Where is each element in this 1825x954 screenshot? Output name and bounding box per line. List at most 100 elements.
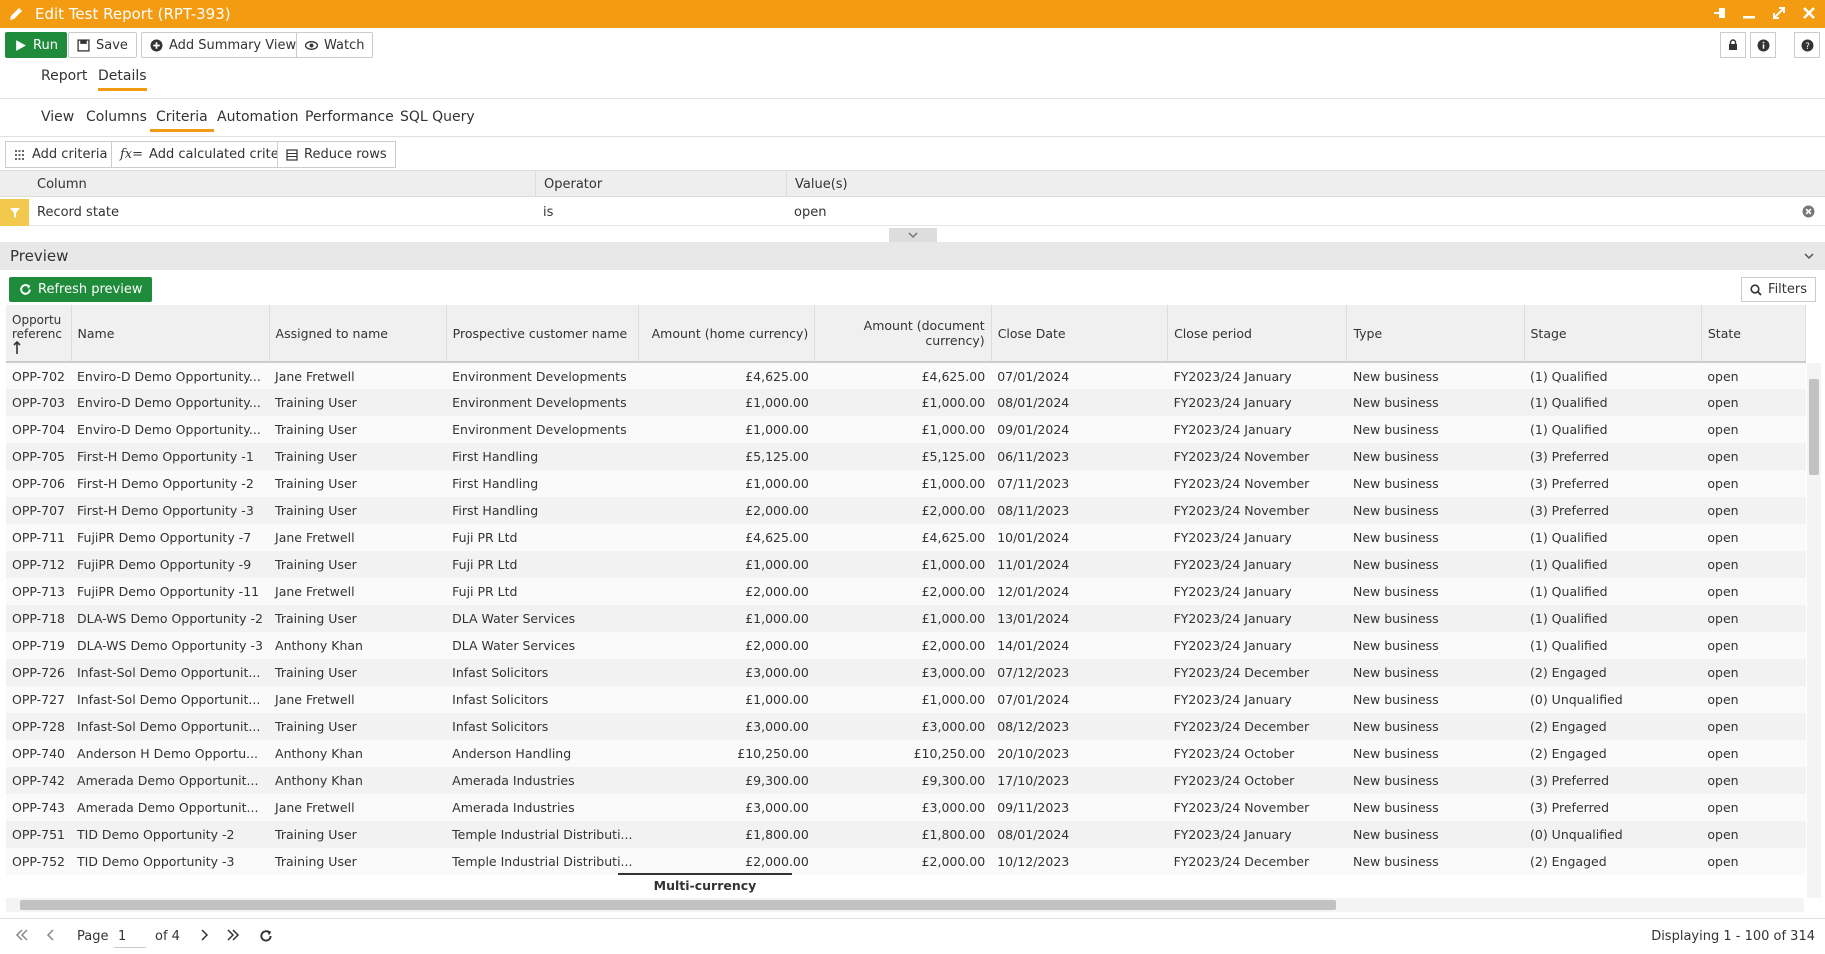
tab-view[interactable]: View <box>41 109 74 129</box>
add-criteria-button[interactable]: Add criteria <box>5 141 117 168</box>
table-cell: First-H Demo Opportunity -3 <box>71 497 270 524</box>
next-page-icon[interactable] <box>199 929 209 945</box>
table-row[interactable]: OPP-718 DLA-WS Demo Opportunity -2 Trainin… <box>6 605 1806 632</box>
tab-report[interactable]: Report <box>41 68 87 88</box>
table-row[interactable]: OPP-702 Enviro-D Demo Opportunity... Jane … <box>6 362 1806 389</box>
run-label: Run <box>33 37 58 53</box>
table-row[interactable]: OPP-740 Anderson H Demo Opportu... Anthony… <box>6 740 1806 767</box>
minimize-icon[interactable] <box>1741 5 1757 21</box>
table-row[interactable]: OPP-707 First-H Demo Opportunity -3 Traini… <box>6 497 1806 524</box>
filters-button[interactable]: Filters <box>1741 277 1816 302</box>
column-header[interactable]: Amount (home currency) <box>638 305 816 363</box>
table-cell: open <box>1701 443 1806 470</box>
close-icon[interactable] <box>1801 5 1817 21</box>
table-cell: Training User <box>269 821 447 848</box>
tab-details[interactable]: Details <box>98 68 147 91</box>
column-header[interactable]: Close Date <box>991 305 1169 363</box>
restore-icon[interactable] <box>1771 5 1787 21</box>
refresh-icon <box>20 284 31 295</box>
table-row[interactable]: OPP-703 Enviro-D Demo Opportunity... Train… <box>6 389 1806 416</box>
page-input[interactable]: 1 <box>114 926 146 948</box>
table-row[interactable]: OPP-726 Infast-Sol Demo Opportunit... Trai… <box>6 659 1806 686</box>
last-page-icon[interactable] <box>226 929 240 945</box>
pin-icon[interactable] <box>1711 5 1727 21</box>
sort-ascending-icon[interactable] <box>12 340 65 358</box>
save-icon <box>77 38 90 52</box>
tab-sql-query[interactable]: SQL Query <box>400 109 475 129</box>
table-cell: Training User <box>269 713 447 740</box>
remove-criteria-icon[interactable] <box>1802 205 1815 222</box>
table-cell: Enviro-D Demo Opportunity... <box>71 362 270 389</box>
table-row[interactable]: OPP-728 Infast-Sol Demo Opportunit... Trai… <box>6 713 1806 740</box>
column-header[interactable]: Prospective customer name <box>446 305 639 363</box>
column-header[interactable]: Name <box>71 305 270 363</box>
table-cell: Amerada Demo Opportunit... <box>71 794 270 821</box>
criteria-row[interactable]: Record state is open <box>0 199 1825 226</box>
column-header[interactable]: Stage <box>1524 305 1702 363</box>
column-header[interactable]: Close period <box>1167 305 1348 363</box>
add-summary-view-button[interactable]: Add Summary View <box>141 32 306 58</box>
prev-page-icon[interactable] <box>46 929 56 945</box>
horizontal-scrollbar[interactable] <box>6 898 1804 912</box>
tab-criteria[interactable]: Criteria <box>150 109 214 132</box>
table-cell: OPP-719 <box>6 632 72 659</box>
column-header[interactable]: Type <box>1346 305 1525 363</box>
refresh-preview-button[interactable]: Refresh preview <box>9 277 153 302</box>
table-cell: First-H Demo Opportunity -1 <box>71 443 270 470</box>
table-cell: open <box>1701 740 1806 767</box>
first-page-icon[interactable] <box>15 929 29 945</box>
chevron-down-icon[interactable] <box>1803 251 1815 261</box>
tab-performance[interactable]: Performance <box>305 109 394 129</box>
lock-icon[interactable] <box>1720 32 1746 58</box>
table-cell: (1) Qualified <box>1524 389 1702 416</box>
table-cell: £1,000.00 <box>638 551 815 578</box>
save-button[interactable]: Save <box>68 32 137 58</box>
vertical-scrollbar[interactable] <box>1807 363 1821 898</box>
table-cell: FY2023/24 December <box>1167 848 1347 875</box>
tab-columns[interactable]: Columns <box>86 109 147 129</box>
table-row[interactable]: OPP-711 FujiPR Demo Opportunity -7 Jane Fr… <box>6 524 1806 551</box>
table-cell: £1,000.00 <box>638 686 815 713</box>
table-row[interactable]: OPP-727 Infast-Sol Demo Opportunit... Jane… <box>6 686 1806 713</box>
table-cell: 08/01/2024 <box>991 821 1168 848</box>
table-row[interactable]: OPP-713 FujiPR Demo Opportunity -11 Jane F… <box>6 578 1806 605</box>
table-cell: Amerada Industries <box>446 794 639 821</box>
table-cell: New business <box>1346 659 1524 686</box>
play-icon <box>16 39 26 51</box>
reduce-rows-button[interactable]: Reduce rows <box>277 141 396 168</box>
table-row[interactable]: OPP-706 First-H Demo Opportunity -2 Traini… <box>6 470 1806 497</box>
table-row[interactable]: OPP-705 First-H Demo Opportunity -1 Traini… <box>6 443 1806 470</box>
preview-header[interactable]: Preview <box>0 242 1825 270</box>
watch-button[interactable]: Watch <box>296 32 374 58</box>
tab-automation[interactable]: Automation <box>217 109 299 129</box>
reload-icon[interactable] <box>259 929 273 947</box>
table-cell: £1,000.00 <box>638 416 815 443</box>
table-cell: open <box>1701 632 1806 659</box>
table-cell: (1) Qualified <box>1524 524 1702 551</box>
table-row[interactable]: OPP-712 FujiPR Demo Opportunity -9 Trainin… <box>6 551 1806 578</box>
table-cell: 08/11/2023 <box>991 497 1168 524</box>
info-icon[interactable] <box>1750 32 1776 58</box>
column-header[interactable]: Opportu referenc <box>6 305 72 363</box>
table-cell: open <box>1701 524 1806 551</box>
table-row[interactable]: OPP-742 Amerada Demo Opportunit... Anthony… <box>6 767 1806 794</box>
column-header[interactable]: State <box>1701 305 1806 363</box>
table-cell: FY2023/24 November <box>1167 470 1347 497</box>
column-header[interactable]: Assigned to name <box>269 305 447 363</box>
table-row[interactable]: OPP-751 TID Demo Opportunity -2 Training U… <box>6 821 1806 848</box>
table-row[interactable]: OPP-752 TID Demo Opportunity -3 Training U… <box>6 848 1806 875</box>
help-icon[interactable]: ? <box>1794 32 1820 58</box>
vertical-scroll-thumb[interactable] <box>1809 379 1819 475</box>
add-calculated-criteria-button[interactable]: fx= Add calculated criteria <box>111 141 305 168</box>
column-header[interactable]: Amount (document currency) <box>814 305 992 363</box>
table-cell: £2,000.00 <box>638 497 815 524</box>
horizontal-scroll-thumb[interactable] <box>20 900 1336 910</box>
collapse-criteria-handle[interactable] <box>889 228 937 242</box>
run-button[interactable]: Run <box>5 32 67 58</box>
table-row[interactable]: OPP-704 Enviro-D Demo Opportunity... Train… <box>6 416 1806 443</box>
table-row[interactable]: OPP-719 DLA-WS Demo Opportunity -3 Anthony… <box>6 632 1806 659</box>
table-cell: £2,000.00 <box>638 848 815 875</box>
table-cell: £2,000.00 <box>814 497 992 524</box>
table-cell: (2) Engaged <box>1524 659 1702 686</box>
table-row[interactable]: OPP-743 Amerada Demo Opportunit... Jane Fr… <box>6 794 1806 821</box>
